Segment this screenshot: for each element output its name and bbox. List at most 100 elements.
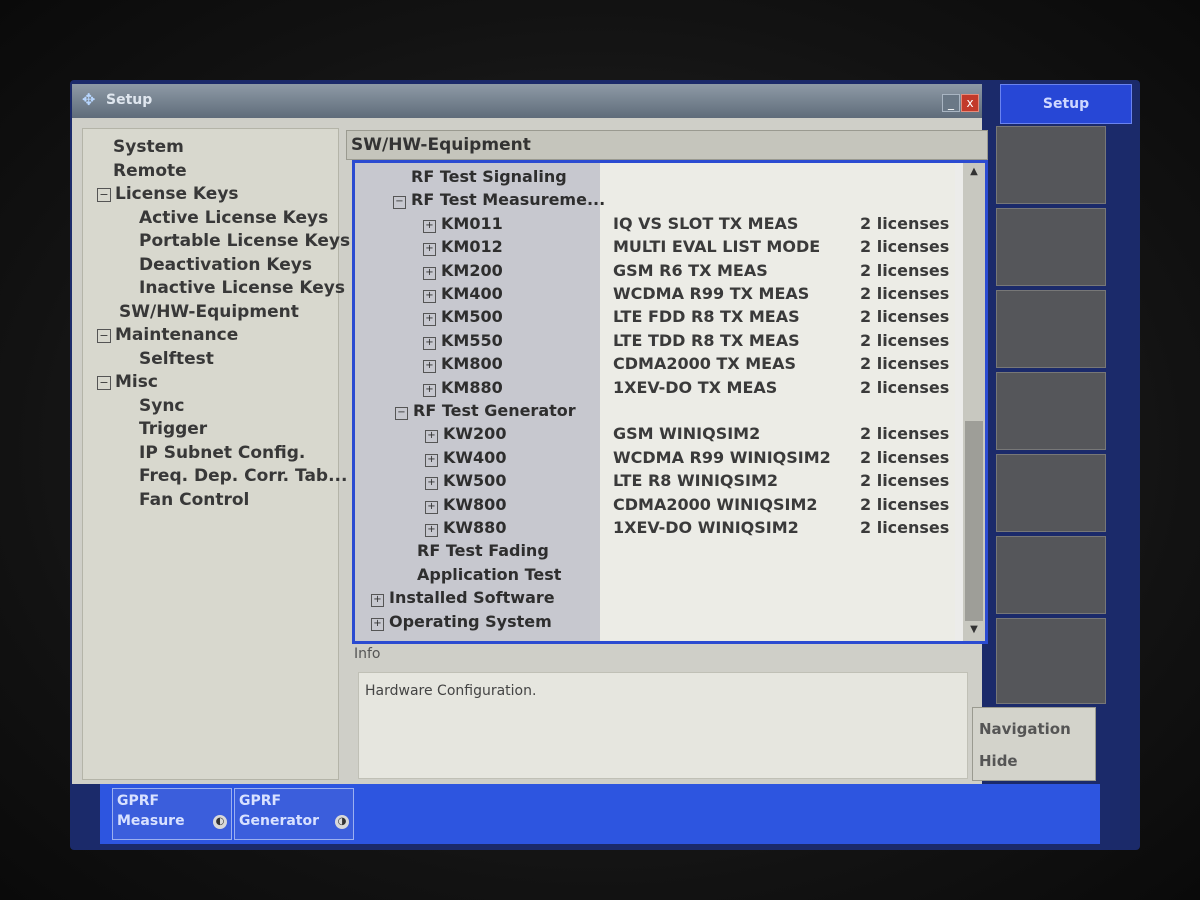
option-description: 1XEV-DO TX MEAS bbox=[613, 377, 778, 397]
license-count: 2 licenses bbox=[860, 377, 950, 397]
scroll-up-arrow-icon[interactable]: ▲ bbox=[966, 165, 982, 179]
nav-item[interactable]: Sync bbox=[139, 396, 185, 416]
tree-row[interactable]: + KW800 bbox=[425, 495, 506, 514]
collapse-icon[interactable]: − bbox=[97, 329, 111, 343]
tree-row[interactable]: + KM500 bbox=[423, 307, 503, 327]
nav-item[interactable]: IP Subnet Config. bbox=[139, 443, 305, 463]
softkey-2[interactable] bbox=[996, 208, 1106, 286]
softkey-6[interactable] bbox=[996, 536, 1106, 614]
tree-row-label: RF Test Generator bbox=[413, 401, 576, 420]
tree-row[interactable]: + KM880 bbox=[423, 378, 503, 397]
expand-icon[interactable]: + bbox=[371, 617, 384, 631]
nav-item[interactable]: − Misc bbox=[97, 372, 158, 392]
tree-row[interactable]: + KM400 bbox=[423, 284, 503, 303]
tree-row[interactable]: − RF Test Measureme... bbox=[393, 190, 605, 210]
nav-item[interactable]: SW/HW-Equipment bbox=[119, 302, 299, 322]
tree-row[interactable]: + Installed Software bbox=[371, 588, 555, 608]
tree-row[interactable]: RF Test Fading bbox=[417, 541, 549, 560]
tree-row[interactable]: + KW500 bbox=[425, 471, 506, 491]
nav-item-label: Sync bbox=[139, 395, 185, 416]
nav-item[interactable]: Remote bbox=[113, 161, 187, 181]
panel-header: SW/HW-Equipment bbox=[346, 130, 988, 160]
navigation-hide-softkey[interactable]: Navigation Hide bbox=[972, 707, 1096, 781]
nav-item[interactable]: Trigger bbox=[139, 419, 207, 439]
setup-gear-icon: ✥ bbox=[82, 90, 96, 109]
tree-row[interactable]: + KM200 bbox=[423, 261, 503, 280]
expand-icon[interactable]: + bbox=[371, 594, 384, 608]
collapse-icon[interactable]: − bbox=[97, 376, 111, 390]
tree-row-label: Operating System bbox=[389, 611, 552, 631]
gprf-generator-button[interactable]: GPRF Generator ◑ bbox=[234, 788, 354, 840]
tree-row-label: RF Test Fading bbox=[417, 541, 549, 561]
nav-item-label: IP Subnet Config. bbox=[139, 442, 306, 463]
tree-row[interactable]: Application Test bbox=[417, 565, 561, 584]
nav-item-label: License Keys bbox=[115, 184, 239, 204]
gprf-measure-button[interactable]: GPRF Measure ◐ bbox=[112, 788, 232, 840]
license-count: 2 licenses bbox=[860, 494, 950, 514]
expand-icon[interactable]: + bbox=[423, 313, 436, 327]
expand-icon[interactable]: + bbox=[423, 383, 436, 397]
tree-row-label: KW800 bbox=[443, 494, 507, 514]
tree-row[interactable]: + Operating System bbox=[371, 612, 552, 631]
scroll-down-arrow-icon[interactable]: ▼ bbox=[966, 623, 982, 637]
tree-detail-column bbox=[600, 163, 955, 641]
tree-row-label: KW400 bbox=[443, 447, 507, 467]
option-description: LTE TDD R8 TX MEAS bbox=[613, 330, 800, 350]
button-line1: GPRF bbox=[117, 793, 160, 809]
softkey-1[interactable] bbox=[996, 126, 1106, 204]
tree-row-label: KM550 bbox=[441, 330, 503, 350]
nav-item[interactable]: − Maintenance bbox=[97, 325, 238, 345]
scrollbar-thumb[interactable] bbox=[965, 421, 983, 621]
nav-item-label: Trigger bbox=[139, 419, 208, 439]
expand-icon[interactable]: + bbox=[425, 430, 438, 444]
tree-row[interactable]: + KM800 bbox=[423, 354, 503, 374]
button-line1: GPRF bbox=[239, 793, 282, 809]
nav-item[interactable]: Selftest bbox=[139, 349, 214, 369]
softkey-7[interactable] bbox=[996, 618, 1106, 704]
collapse-icon[interactable]: − bbox=[395, 407, 408, 420]
softkey-4[interactable] bbox=[996, 372, 1106, 450]
setup-softkey[interactable]: Setup bbox=[1000, 84, 1132, 124]
nav-item[interactable]: Deactivation Keys bbox=[139, 255, 312, 275]
tree-row-label: KM200 bbox=[441, 260, 503, 280]
softkey-5[interactable] bbox=[996, 454, 1106, 532]
license-count: 2 licenses bbox=[860, 354, 950, 374]
tree-row[interactable]: − RF Test Generator bbox=[395, 401, 576, 420]
nav-item[interactable]: Portable License Keys bbox=[139, 231, 350, 251]
tree-row[interactable]: + KM012 bbox=[423, 237, 503, 257]
nav-item[interactable]: Active License Keys bbox=[139, 208, 328, 228]
collapse-icon[interactable]: − bbox=[393, 196, 406, 210]
expand-icon[interactable]: + bbox=[425, 524, 438, 537]
minimize-button[interactable]: _ bbox=[942, 94, 960, 112]
nav-item-label: Maintenance bbox=[115, 325, 239, 345]
nav-item[interactable]: Fan Control bbox=[139, 490, 249, 510]
nav-item[interactable]: − License Keys bbox=[97, 184, 239, 204]
tree-row[interactable]: + KW880 bbox=[425, 518, 506, 537]
tree-row[interactable]: + KW200 bbox=[425, 424, 506, 444]
expand-icon[interactable]: + bbox=[423, 360, 436, 374]
expand-icon[interactable]: + bbox=[425, 453, 438, 467]
expand-icon[interactable]: + bbox=[423, 266, 436, 280]
tree-row[interactable]: + KM011 bbox=[423, 214, 503, 233]
expand-icon[interactable]: + bbox=[423, 290, 436, 303]
expand-icon[interactable]: + bbox=[423, 336, 436, 350]
expand-icon[interactable]: + bbox=[425, 477, 438, 491]
tree-row[interactable]: + KM550 bbox=[423, 331, 503, 350]
nav-item[interactable]: Freq. Dep. Corr. Tab... bbox=[139, 466, 347, 486]
task-bar: GPRF Measure ◐ GPRF Generator ◑ bbox=[100, 784, 1100, 844]
nav-item-label: SW/HW-Equipment bbox=[119, 301, 299, 322]
tree-row-label: Installed Software bbox=[389, 588, 555, 608]
nav-item[interactable]: System bbox=[113, 137, 184, 157]
close-button[interactable]: x bbox=[961, 94, 979, 112]
collapse-icon[interactable]: − bbox=[97, 188, 111, 202]
equipment-tree[interactable]: RF Test Signaling − RF Test Measureme... + K… bbox=[352, 160, 988, 644]
softkey-3[interactable] bbox=[996, 290, 1106, 368]
expand-icon[interactable]: + bbox=[423, 243, 436, 257]
expand-icon[interactable]: + bbox=[423, 219, 436, 233]
vertical-scrollbar[interactable]: ▲ ▼ bbox=[963, 163, 985, 641]
option-description: CDMA2000 TX MEAS bbox=[613, 354, 797, 374]
tree-row[interactable]: RF Test Signaling bbox=[411, 167, 567, 186]
nav-item[interactable]: Inactive License Keys bbox=[139, 278, 345, 298]
expand-icon[interactable]: + bbox=[425, 500, 438, 514]
tree-row[interactable]: + KW400 bbox=[425, 448, 506, 467]
